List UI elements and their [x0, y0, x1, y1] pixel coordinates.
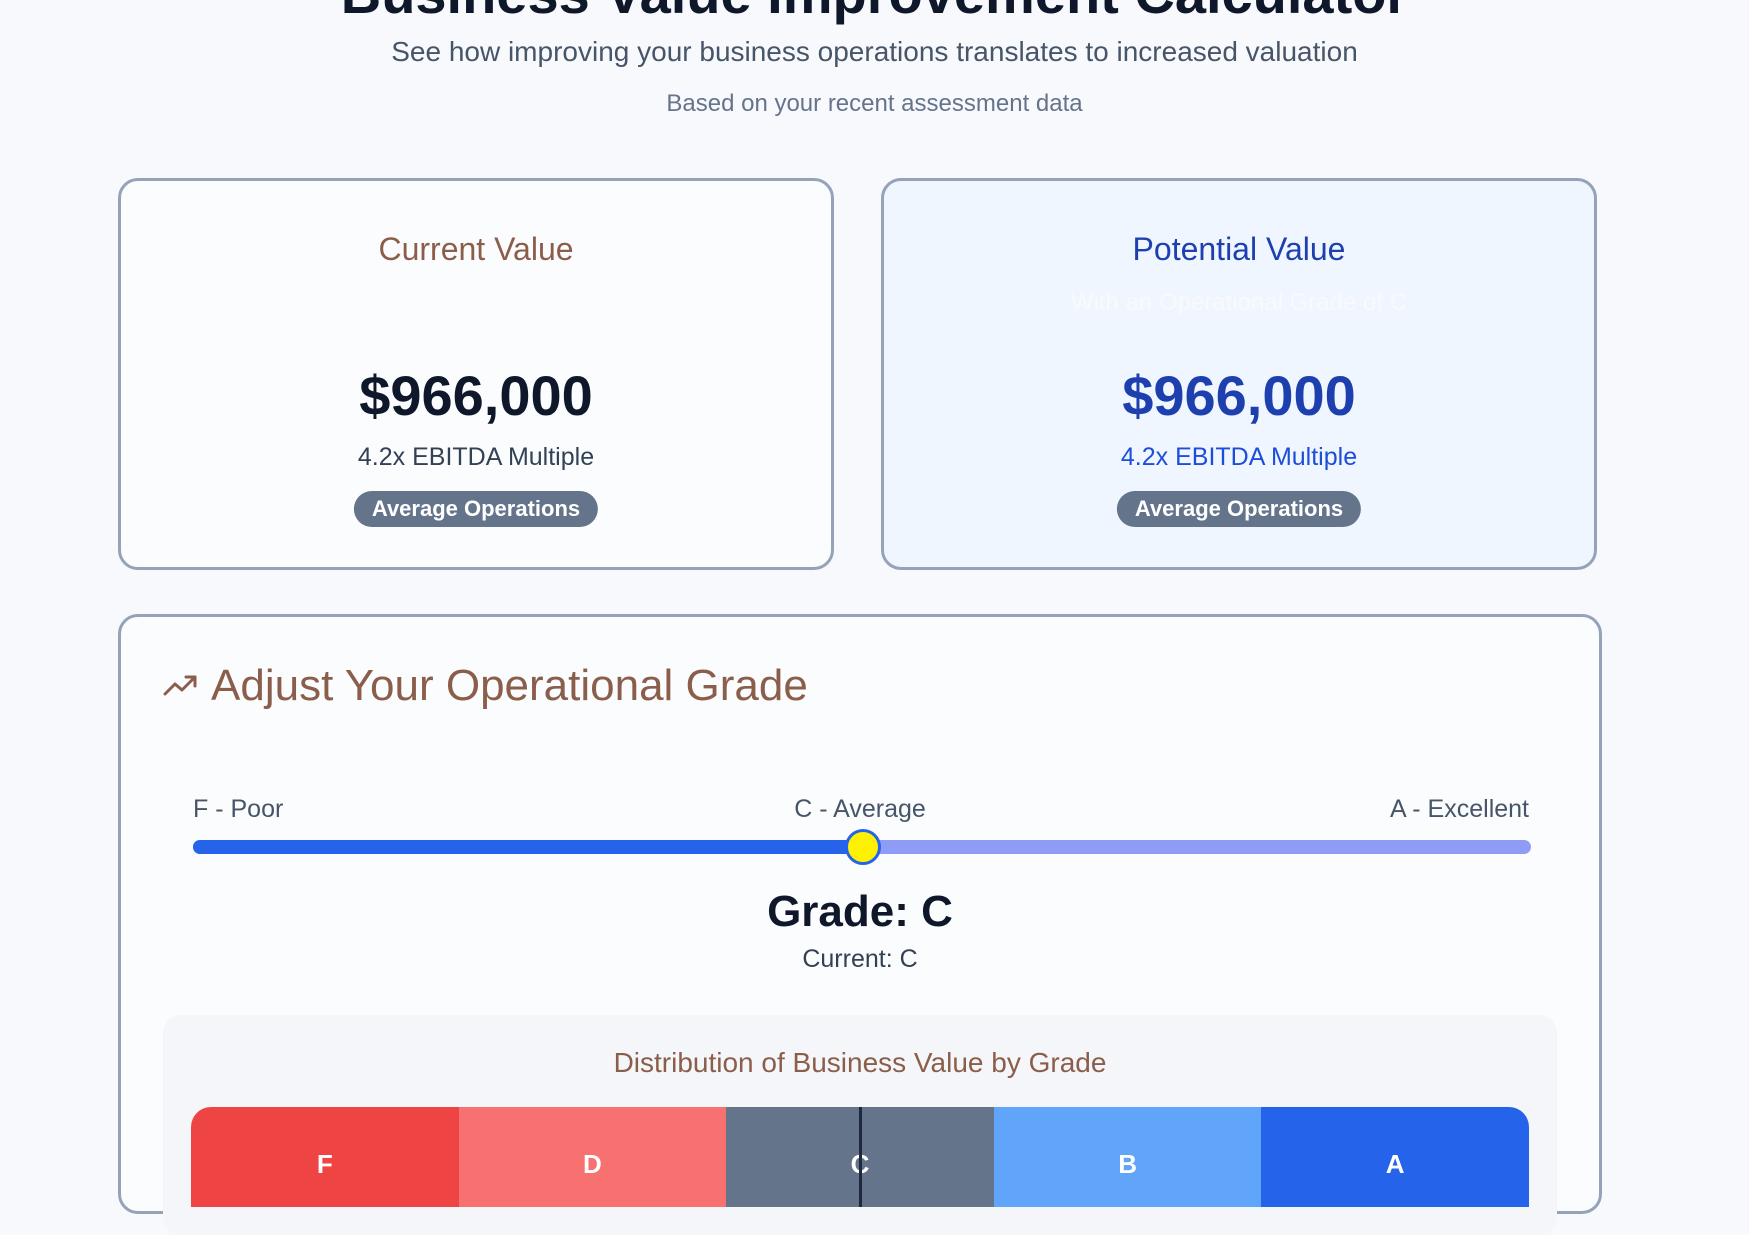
grade-adjust-panel: Adjust Your Operational Grade F - Poor C… — [118, 614, 1602, 1235]
potential-operations-badge: Average Operations — [1116, 491, 1362, 527]
potential-value-card: Potential Value With an Operational Grad… — [881, 178, 1597, 570]
trending-up-icon — [163, 675, 197, 696]
grade-panel-title: Adjust Your Operational Grade — [211, 661, 808, 710]
grade-segment-a[interactable]: A — [1261, 1107, 1529, 1207]
slider-fill — [193, 840, 862, 854]
grade-slider[interactable] — [193, 829, 1531, 865]
grade-distribution: Distribution of Business Value by Grade … — [163, 1015, 1557, 1235]
current-operations-badge: Average Operations — [353, 491, 599, 527]
potential-value-subtitle: With an Operational Grade of C — [1070, 289, 1408, 316]
distribution-title: Distribution of Business Value by Grade — [613, 1047, 1107, 1078]
current-ebitda-multiple: 4.2x EBITDA Multiple — [357, 443, 595, 471]
assessment-note: Based on your recent assessment data — [666, 90, 1083, 117]
current-value-title: Current Value — [378, 231, 574, 267]
current-grade: Current: C — [802, 945, 918, 973]
page-subtitle: See how improving your business operatio… — [391, 36, 1358, 67]
current-grade-marker — [859, 1107, 862, 1207]
slider-thumb[interactable] — [845, 829, 881, 865]
selected-grade: Grade: C — [767, 887, 953, 936]
grade-segment-b[interactable]: B — [993, 1107, 1262, 1207]
scale-label-excellent: A - Excellent — [1390, 795, 1529, 823]
grade-segment-d[interactable]: D — [458, 1107, 727, 1207]
current-value-card: Current Value $966,000 4.2x EBITDA Multi… — [118, 178, 834, 570]
page-title: Business Value Improvement Calculator — [0, 0, 1749, 27]
grade-segment-f[interactable]: F — [191, 1107, 459, 1207]
potential-ebitda-multiple: 4.2x EBITDA Multiple — [1120, 443, 1358, 471]
potential-value-title: Potential Value — [1132, 231, 1346, 267]
grade-panel-header: Adjust Your Operational Grade — [163, 661, 808, 711]
potential-value-amount: $966,000 — [1122, 364, 1356, 427]
scale-label-average: C - Average — [794, 795, 926, 823]
current-value-amount: $966,000 — [359, 364, 593, 427]
